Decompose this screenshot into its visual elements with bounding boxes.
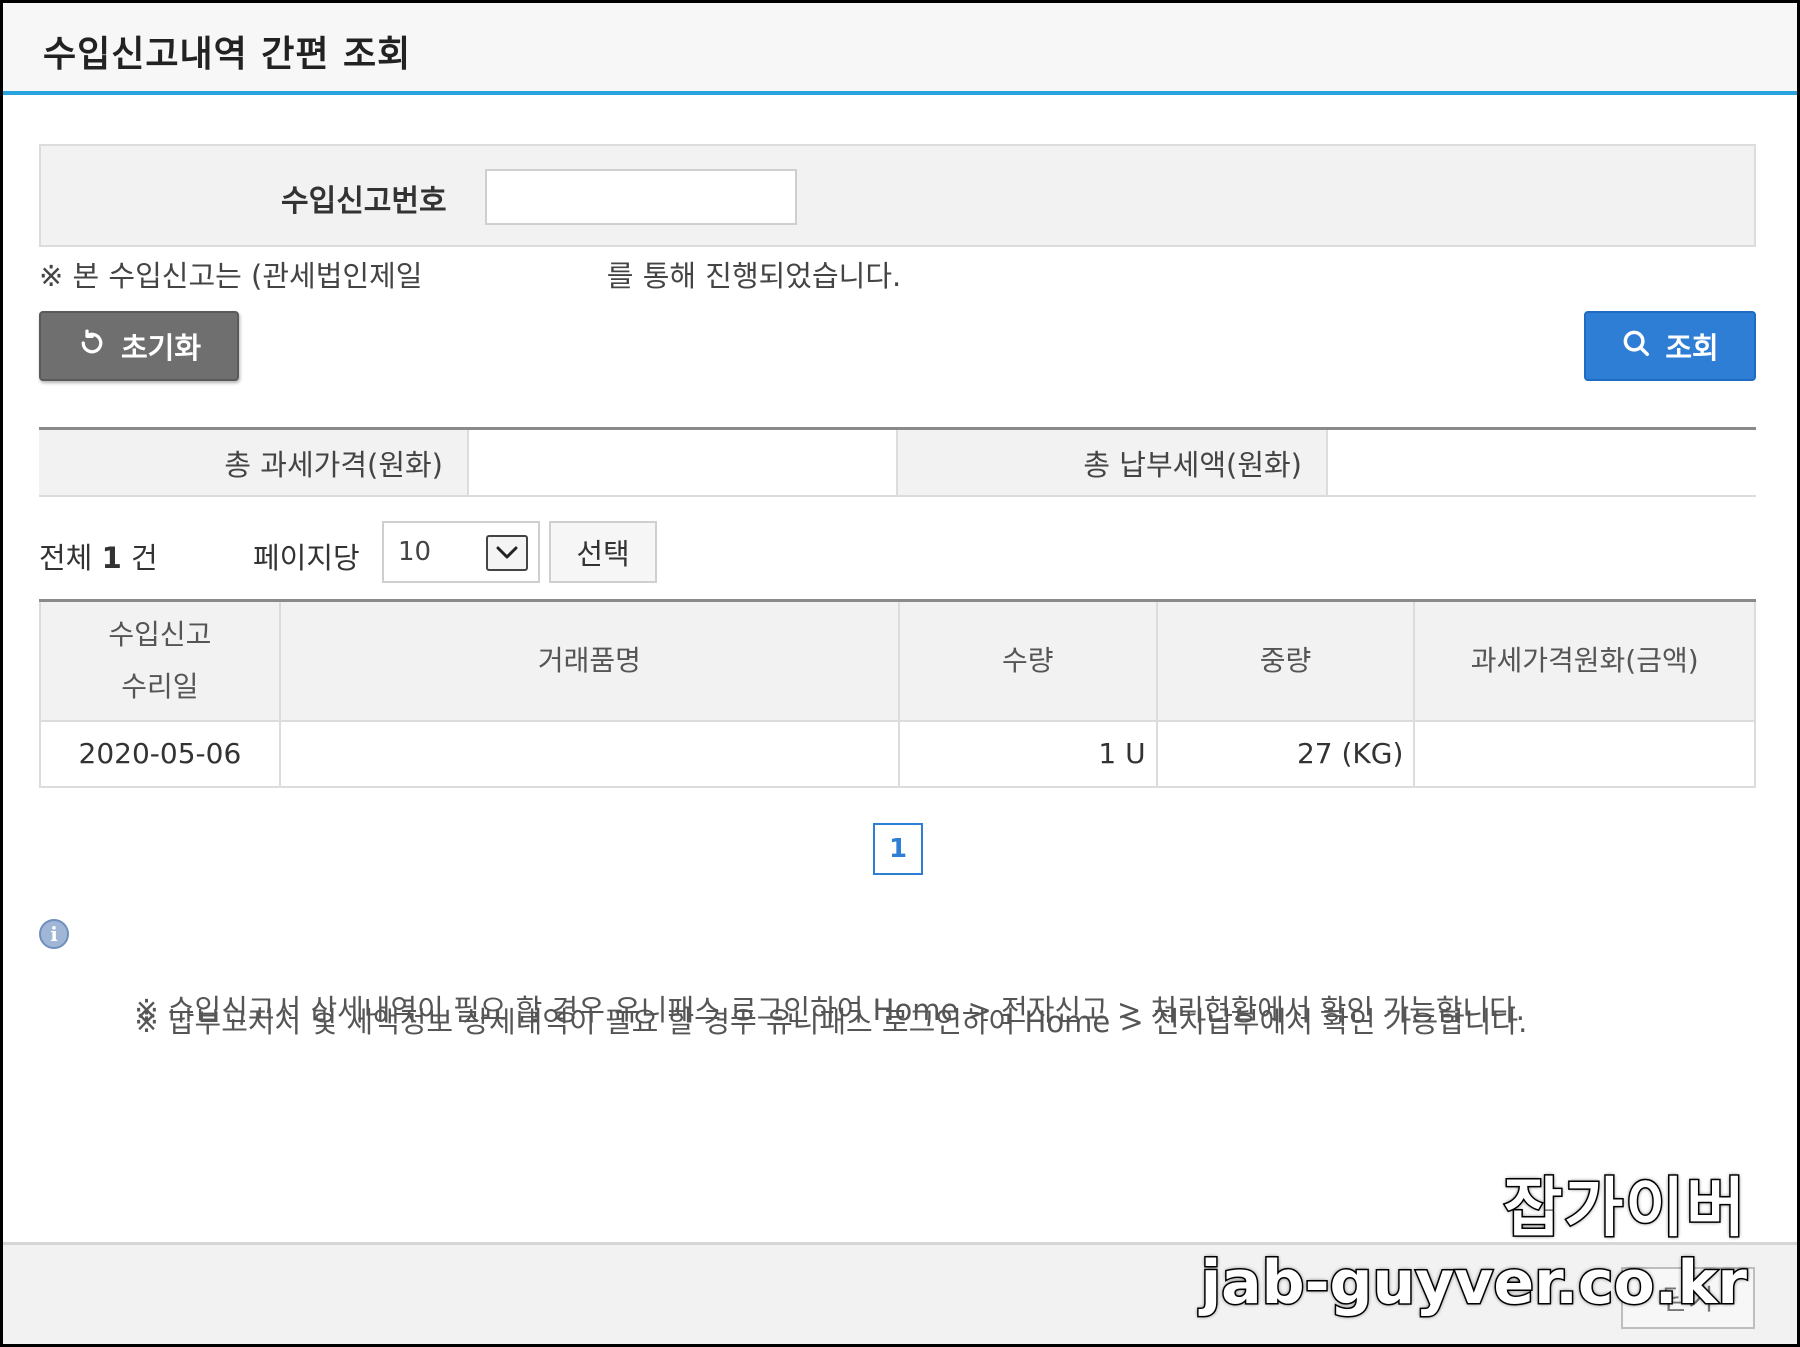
per-page-select[interactable]: 10 bbox=[382, 521, 540, 583]
total-tax-label: 총 납부세액(원화) bbox=[898, 430, 1328, 495]
select-button[interactable]: 선택 bbox=[549, 521, 657, 583]
search-panel: 수입신고번호 bbox=[39, 144, 1756, 247]
cell-clearance-date: 2020-05-06 bbox=[39, 719, 281, 788]
info-notes: i ※ 수입신고서 상세내역이 필요 할 경우 유니패스 로그인하여 Home … bbox=[39, 919, 1527, 1039]
table-header-row: 수입신고 수리일 거래품명 수량 중량 과세가격원화(금액) bbox=[39, 600, 1756, 722]
total-count-suffix: 건 bbox=[131, 541, 158, 575]
total-taxable-value-label: 총 과세가격(원화) bbox=[39, 430, 469, 495]
cell-quantity: 1 U bbox=[897, 719, 1158, 788]
info-note-text: ※ 납부고지서 및 세액정보 상세내역이 필요 할 경우 유니패스 로그인하여 … bbox=[134, 1005, 1528, 1039]
column-header-quantity: 수량 bbox=[897, 600, 1158, 722]
per-page-value: 10 bbox=[398, 537, 432, 567]
reset-button-label: 초기화 bbox=[120, 331, 202, 365]
results-table: 수입신고 수리일 거래품명 수량 중량 과세가격원화(금액) 2020-05-0… bbox=[39, 599, 1756, 788]
page-title: 수입신고내역 간편 조회 bbox=[43, 34, 412, 75]
per-page-label: 페이지당 bbox=[253, 541, 360, 575]
cell-weight: 27 (KG) bbox=[1155, 719, 1416, 788]
cell-item-name bbox=[278, 719, 900, 788]
watermark-name: 잡가이버 bbox=[1502, 1171, 1747, 1248]
page-button-current[interactable]: 1 bbox=[873, 823, 923, 875]
popup-window: 수입신고내역 간편 조회 수입신고번호 ※ 본 수입신고는 (관세법인제일 를 … bbox=[0, 0, 1800, 1347]
column-header-taxable-amount: 과세가격원화(금액) bbox=[1413, 600, 1756, 722]
total-taxable-value bbox=[469, 430, 898, 495]
summary-table: 총 과세가격(원화) 총 납부세액(원화) bbox=[39, 427, 1756, 497]
title-bar: 수입신고내역 간편 조회 bbox=[3, 3, 1797, 95]
watermark: 잡가이버 jab-guyver.co.kr bbox=[1199, 1171, 1748, 1320]
refresh-icon bbox=[77, 328, 107, 365]
table-row[interactable]: 2020-05-06 1 U 27 (KG) bbox=[39, 719, 1756, 788]
total-tax-value bbox=[1328, 430, 1756, 495]
column-header-item-name: 거래품명 bbox=[278, 600, 900, 722]
info-note: i ※ 수입신고서 상세내역이 필요 할 경우 유니패스 로그인하여 Home … bbox=[39, 919, 1527, 1027]
search-button-label: 조회 bbox=[1665, 331, 1719, 365]
total-count-prefix: 전체 bbox=[39, 541, 93, 575]
import-declaration-number-input[interactable] bbox=[485, 169, 797, 225]
broker-notice: ※ 본 수입신고는 (관세법인제일 를 통해 진행되었습니다. bbox=[39, 259, 902, 293]
list-controls: 전체 1 건 페이지당 10 선택 bbox=[39, 521, 1756, 583]
chevron-down-icon[interactable] bbox=[486, 535, 528, 571]
import-declaration-number-label: 수입신고번호 bbox=[281, 184, 447, 219]
total-count-number: 1 bbox=[101, 541, 122, 575]
watermark-url: jab-guyver.co.kr bbox=[1199, 1247, 1748, 1320]
search-icon bbox=[1621, 328, 1651, 365]
cell-taxable-amount bbox=[1413, 719, 1756, 788]
info-icon: i bbox=[39, 919, 69, 949]
search-button[interactable]: 조회 bbox=[1584, 311, 1756, 381]
column-header-weight: 중량 bbox=[1155, 600, 1416, 722]
reset-button[interactable]: 초기화 bbox=[39, 311, 239, 381]
column-header-clearance-date: 수입신고 수리일 bbox=[39, 600, 281, 722]
info-note: ※ 납부고지서 및 세액정보 상세내역이 필요 할 경우 유니패스 로그인하여 … bbox=[39, 965, 1527, 1039]
total-count: 전체 1 건 bbox=[39, 535, 158, 577]
